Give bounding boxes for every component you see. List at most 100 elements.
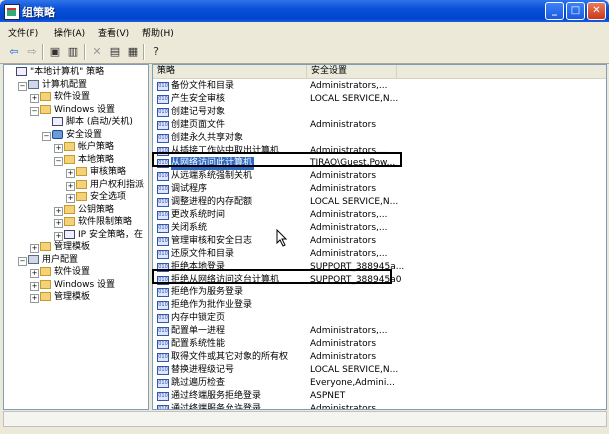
table-row[interactable]: 010 跳过遍历检查 Everyone,Admini... [153, 377, 606, 390]
table-row[interactable]: 010 配置系统性能 Administrators [153, 338, 606, 351]
table-row[interactable]: 010 拒绝作为服务登录 [153, 286, 606, 299]
expand-icon[interactable]: + [66, 181, 75, 191]
tree-node[interactable]: + 软件设置 [30, 91, 90, 104]
tree-node[interactable]: + 用户权利指派 [66, 179, 144, 192]
policy-setting-value: Administrators [310, 184, 377, 195]
up-folder-icon[interactable]: ▣ [47, 44, 63, 59]
table-row[interactable]: 010 还原文件和目录 Administrators,... [153, 248, 606, 261]
table-row[interactable]: 010 通过终端服务允许登录 Administrators,... [153, 403, 606, 410]
policy-setting-value: Administrators,... [310, 403, 388, 410]
expand-icon[interactable]: + [30, 281, 39, 291]
table-row[interactable]: 010 创建永久共享对象 [153, 132, 606, 145]
minimize-button[interactable]: _ [545, 2, 564, 20]
table-row[interactable]: 010 更改系统时间 Administrators,... [153, 209, 606, 222]
tree-node[interactable]: − 用户配置 [18, 254, 78, 267]
tree-node[interactable]: − 计算机配置 [18, 79, 87, 92]
tree-node[interactable]: + IP 安全策略，在 [54, 229, 143, 242]
table-row[interactable]: 010 取得文件或其它对象的所有权 Administrators [153, 351, 606, 364]
column-header-filler [397, 65, 606, 79]
maximize-button[interactable]: □ [566, 2, 585, 20]
back-arrow-icon[interactable]: ⇦ [6, 44, 22, 59]
tree-node[interactable]: + Windows 设置 [30, 279, 116, 292]
folder-icon [64, 217, 75, 226]
menu-file[interactable]: 文件(F) [8, 26, 38, 39]
table-row[interactable]: 010 产生安全审核 LOCAL SERVICE,N... [153, 93, 606, 106]
table-row[interactable]: 010 关闭系统 Administrators,... [153, 222, 606, 235]
column-header-policy[interactable]: 策略 [153, 65, 307, 79]
export-list-icon[interactable]: ▦ [125, 44, 141, 59]
table-row[interactable]: 010 创建页面文件 Administrators [153, 119, 606, 132]
expand-icon[interactable]: + [30, 269, 39, 278]
toolbar-separator [42, 44, 44, 60]
tree-node-label: 审核策略 [90, 167, 127, 177]
tree-node[interactable]: 脚本 (启动/关机) [52, 116, 133, 129]
tree-node[interactable]: + 软件设置 [30, 266, 91, 279]
table-row[interactable]: 010 配置单一进程 Administrators,... [153, 325, 606, 338]
policy-list[interactable]: 策略 安全设置 010 备份文件和目录 Administrators,... 010 产… [152, 64, 607, 410]
forward-arrow-icon[interactable]: ⇨ [24, 44, 40, 59]
help-icon[interactable]: ? [148, 44, 164, 59]
tree-node[interactable]: + 软件限制策略 [54, 216, 132, 229]
policy-setting-value: Administrators [310, 235, 377, 246]
table-row[interactable]: 010 替换进程级记号 LOCAL SERVICE,N... [153, 364, 606, 377]
policy-setting-value: Administrators [310, 339, 377, 349]
table-row[interactable]: 010 备份文件和目录 Administrators,... [153, 80, 606, 93]
policy-name: 管理审核和安全日志 [171, 235, 253, 246]
properties-icon[interactable]: ▤ [107, 44, 123, 59]
horizontal-scrollbar[interactable] [3, 411, 607, 427]
collapse-icon[interactable]: − [18, 81, 27, 91]
collapse-icon[interactable]: − [42, 131, 51, 141]
expand-icon[interactable]: + [54, 219, 63, 228]
show-hide-tree-icon[interactable]: ▥ [65, 44, 81, 59]
policy-setting-icon: 010 [157, 301, 169, 311]
expand-icon[interactable]: + [66, 169, 75, 178]
table-row[interactable]: 010 调试程序 Administrators [153, 183, 606, 196]
tree-node-label: 脚本 (启动/关机) [66, 117, 133, 127]
expand-icon[interactable]: + [30, 94, 39, 103]
expand-icon[interactable]: + [54, 206, 63, 216]
tree-node[interactable]: "本地计算机" 策略 [16, 66, 104, 79]
menu-view[interactable]: 查看(V) [98, 26, 129, 39]
policy-setting-value: ASPNET [310, 390, 346, 401]
close-button[interactable]: ✕ [587, 2, 606, 20]
expand-icon[interactable]: + [54, 144, 63, 153]
console-tree[interactable]: "本地计算机" 策略 − 计算机配置 + 软件设置 − Windows 设置 脚本 (启动/关… [3, 64, 149, 410]
tree-node-label: 帐户策略 [78, 142, 115, 152]
tree-node[interactable]: − 本地策略 [54, 154, 114, 167]
delete-icon[interactable]: ✕ [89, 44, 105, 59]
menu-action[interactable]: 操作(A) [54, 26, 85, 39]
table-row[interactable]: 010 创建记号对象 [153, 106, 606, 119]
menu-help[interactable]: 帮助(H) [142, 26, 174, 39]
tree-node[interactable]: − Windows 设置 [30, 104, 115, 117]
collapse-icon[interactable]: − [54, 156, 63, 166]
tree-node-label: Windows 设置 [54, 279, 116, 290]
mouse-cursor-icon [276, 229, 288, 247]
table-row[interactable]: 010 从远端系统强制关机 Administrators [153, 170, 606, 183]
expand-icon[interactable]: + [30, 244, 39, 253]
folder-icon [40, 242, 51, 251]
expand-icon[interactable]: + [66, 194, 75, 203]
tree-node[interactable]: + 安全选项 [66, 191, 126, 204]
tree-node[interactable]: + 审核策略 [66, 166, 127, 179]
policy-name: 创建记号对象 [171, 106, 226, 117]
tree-node[interactable]: + 帐户策略 [54, 141, 115, 154]
table-row[interactable]: 010 拒绝作为批作业登录 [153, 299, 606, 312]
policy-setting-icon: 010 [157, 404, 169, 409]
expand-icon[interactable]: + [30, 294, 39, 303]
expand-icon[interactable]: + [54, 231, 63, 241]
table-row[interactable]: 010 调整进程的内存配额 LOCAL SERVICE,N... [153, 196, 606, 209]
tree-node[interactable]: + 管理模板 [30, 291, 90, 304]
table-row[interactable]: 010 通过终端服务拒绝登录 ASPNET [153, 390, 606, 403]
policy-name: 创建永久共享对象 [171, 132, 244, 143]
table-row[interactable]: 010 内存中锁定页 [153, 312, 606, 325]
collapse-icon[interactable]: − [30, 106, 39, 116]
table-row[interactable]: 010 管理审核和安全日志 Administrators [153, 235, 606, 248]
tree-node[interactable]: + 管理模板 [30, 241, 90, 254]
column-header-setting[interactable]: 安全设置 [307, 65, 397, 79]
tree-node-label: 软件设置 [54, 267, 91, 277]
tree-node[interactable]: − 安全设置 [42, 129, 102, 142]
policy-icon [52, 117, 63, 126]
tree-node[interactable]: + 公钥策略 [54, 204, 114, 217]
collapse-icon[interactable]: − [18, 256, 27, 266]
policy-name: 调整进程的内存配额 [171, 197, 253, 208]
